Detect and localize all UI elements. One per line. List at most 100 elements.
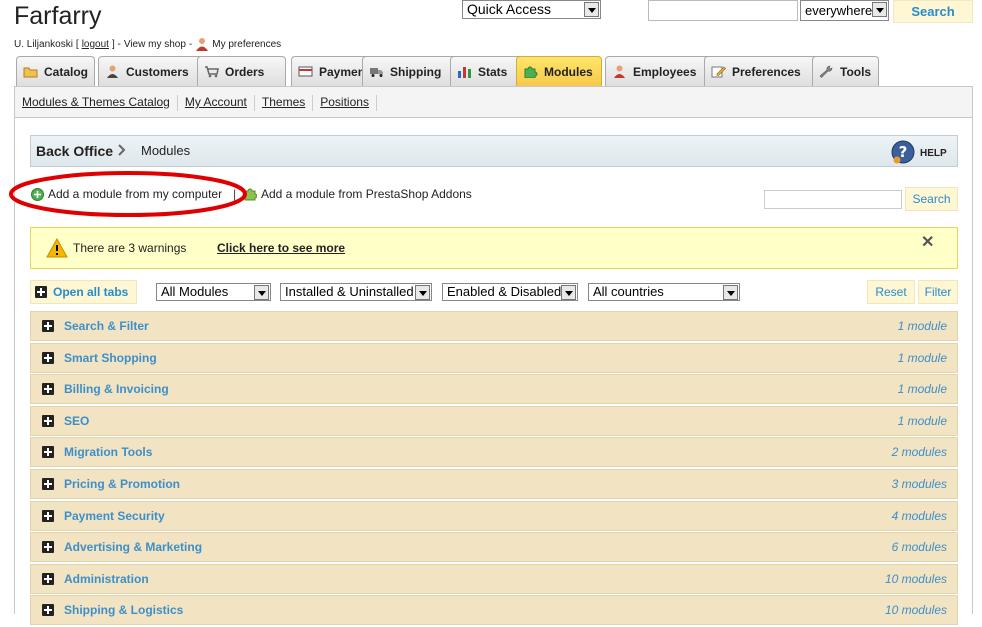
category-count: 6 modules	[891, 540, 947, 555]
category-row-administration[interactable]: Administration 10 modules	[30, 563, 958, 594]
top-search-button[interactable]: Search	[893, 0, 973, 23]
chevron-down-icon	[561, 285, 576, 300]
chevron-down-icon	[584, 2, 599, 17]
category-name: Administration	[64, 571, 149, 586]
subtab-catalog[interactable]: Modules & Themes Catalog	[22, 95, 170, 111]
category-count: 10 modules	[884, 571, 947, 586]
subtab-themes[interactable]: Themes	[262, 95, 305, 111]
employee-icon	[614, 65, 625, 78]
warning-see-more-link[interactable]: Click here to see more	[217, 241, 345, 255]
quick-access-value: Quick Access	[467, 1, 552, 17]
expand-icon	[42, 477, 54, 490]
filter-button[interactable]: Filter	[918, 280, 958, 304]
module-type-select[interactable]: All Modules	[156, 283, 271, 301]
chevron-down-icon	[872, 2, 887, 17]
subtab-positions[interactable]: Positions	[320, 95, 369, 111]
chevron-right-icon	[118, 144, 126, 156]
open-all-tabs-button[interactable]: Open all tabs	[30, 280, 137, 304]
divider	[312, 95, 314, 111]
category-row-advertising[interactable]: Advertising & Marketing 6 modules	[30, 532, 958, 563]
category-name: Payment Security	[64, 508, 165, 523]
expand-icon	[42, 414, 54, 427]
category-count: 2 modules	[891, 445, 947, 460]
category-row-migration[interactable]: Migration Tools 2 modules	[30, 437, 958, 468]
category-row-pricing[interactable]: Pricing & Promotion 3 modules	[30, 468, 958, 499]
top-search-input[interactable]	[648, 0, 798, 21]
view-shop-link[interactable]: View my shop	[124, 39, 186, 50]
tab-label: Orders	[225, 64, 265, 79]
help-label[interactable]: HELP	[920, 148, 947, 159]
category-name: Advertising & Marketing	[64, 540, 203, 555]
card-icon	[298, 66, 313, 77]
tab-customers[interactable]: Customers	[98, 56, 212, 86]
category-name: Smart Shopping	[64, 350, 157, 365]
category-row-seo[interactable]: SEO 1 module	[30, 405, 958, 436]
install-state-value: Installed & Uninstalled	[285, 284, 414, 299]
module-type-value: All Modules	[161, 284, 229, 299]
install-state-select[interactable]: Installed & Uninstalled	[280, 283, 432, 301]
tab-label: Stats	[478, 64, 508, 79]
wrench-icon	[819, 65, 833, 78]
help-icon[interactable]: ?	[890, 139, 916, 165]
user-name: U. Liljankoski	[14, 38, 73, 50]
quick-access-select[interactable]: Quick Access	[462, 0, 601, 19]
enabled-state-value: Enabled & Disabled	[447, 284, 562, 299]
tab-label: Tools	[840, 64, 872, 79]
tab-orders[interactable]: Orders	[197, 56, 286, 86]
enabled-state-select[interactable]: Enabled & Disabled	[442, 283, 578, 301]
tab-shipping[interactable]: Shipping	[362, 56, 457, 86]
category-name: Shipping & Logistics	[64, 603, 184, 618]
close-icon[interactable]: ✕	[921, 232, 934, 252]
category-name: SEO	[64, 413, 90, 428]
subtab-my-account[interactable]: My Account	[185, 95, 247, 111]
divider	[375, 95, 377, 111]
tab-modules[interactable]: Modules	[516, 56, 602, 86]
tab-preferences[interactable]: Preferences	[704, 56, 823, 86]
chevron-down-icon	[254, 285, 269, 300]
expand-icon	[42, 320, 54, 332]
category-name: Search & Filter	[64, 319, 149, 333]
chevron-down-icon	[415, 285, 430, 300]
divider	[176, 95, 178, 111]
shop-title: Farfarry	[14, 2, 102, 30]
expand-icon	[42, 383, 54, 396]
category-count: 4 modules	[891, 508, 947, 523]
category-row-search-filter[interactable]: Search & Filter 1 module	[30, 311, 958, 341]
tab-tools[interactable]: Tools	[812, 56, 879, 86]
module-search-button[interactable]: Search	[905, 187, 958, 211]
search-scope-select[interactable]: everywhere	[800, 0, 889, 21]
add-module-from-addons-link[interactable]: Add a module from PrestaShop Addons	[244, 187, 472, 201]
category-row-shipping[interactable]: Shipping & Logistics 10 modules	[30, 595, 958, 626]
preferences-user-icon	[196, 38, 209, 51]
reset-button[interactable]: Reset	[867, 280, 915, 304]
module-category-list: Search & Filter 1 module Smart Shopping 1 …	[30, 311, 958, 627]
country-select[interactable]: All countries	[588, 283, 740, 301]
category-row-payment-security[interactable]: Payment Security 4 modules	[30, 500, 958, 531]
tab-employees[interactable]: Employees	[605, 56, 717, 86]
expand-icon	[42, 604, 54, 617]
expand-icon	[42, 446, 54, 459]
puzzle-icon	[524, 66, 538, 78]
category-name: Billing & Invoicing	[64, 382, 169, 397]
truck-icon	[370, 68, 383, 77]
tab-catalog[interactable]: Catalog	[16, 56, 95, 86]
tab-label: Preferences	[732, 64, 801, 79]
category-row-billing[interactable]: Billing & Invoicing 1 module	[30, 374, 958, 405]
open-all-label: Open all tabs	[53, 285, 129, 299]
my-preferences-link[interactable]: My preferences	[212, 39, 281, 50]
breadcrumb-root[interactable]: Back Office	[36, 143, 113, 159]
category-name: Pricing & Promotion	[64, 476, 181, 491]
annotation-circle	[9, 171, 247, 217]
user-line: U. Liljankoski [ logout ] - View my shop…	[14, 38, 282, 51]
tab-label: Shipping	[390, 64, 442, 79]
category-count: 1 module	[897, 350, 947, 365]
tab-label: Employees	[633, 64, 697, 79]
divider	[253, 95, 255, 111]
logout-link[interactable]: logout	[82, 39, 109, 50]
cart-icon	[205, 66, 219, 78]
warning-icon	[46, 238, 68, 258]
category-count: 1 module	[897, 319, 947, 333]
module-search-input[interactable]	[764, 190, 902, 209]
category-count: 3 modules	[891, 476, 947, 491]
category-row-smart-shopping[interactable]: Smart Shopping 1 module	[30, 342, 958, 373]
